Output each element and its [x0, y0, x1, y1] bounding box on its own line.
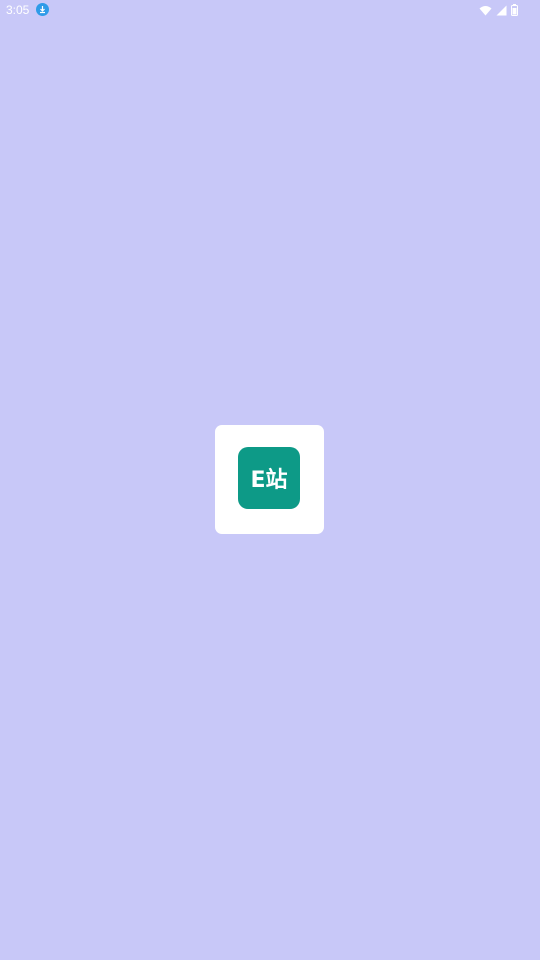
signal-icon — [496, 3, 507, 21]
status-time: 3:05 — [6, 3, 30, 17]
wifi-icon — [479, 3, 492, 21]
battery-icon — [511, 3, 518, 21]
download-icon — [36, 3, 49, 16]
splash-card: E站 — [215, 425, 324, 534]
status-bar: 3:05 — [0, 0, 540, 20]
status-icons — [479, 3, 518, 21]
app-logo: E站 — [238, 447, 300, 509]
